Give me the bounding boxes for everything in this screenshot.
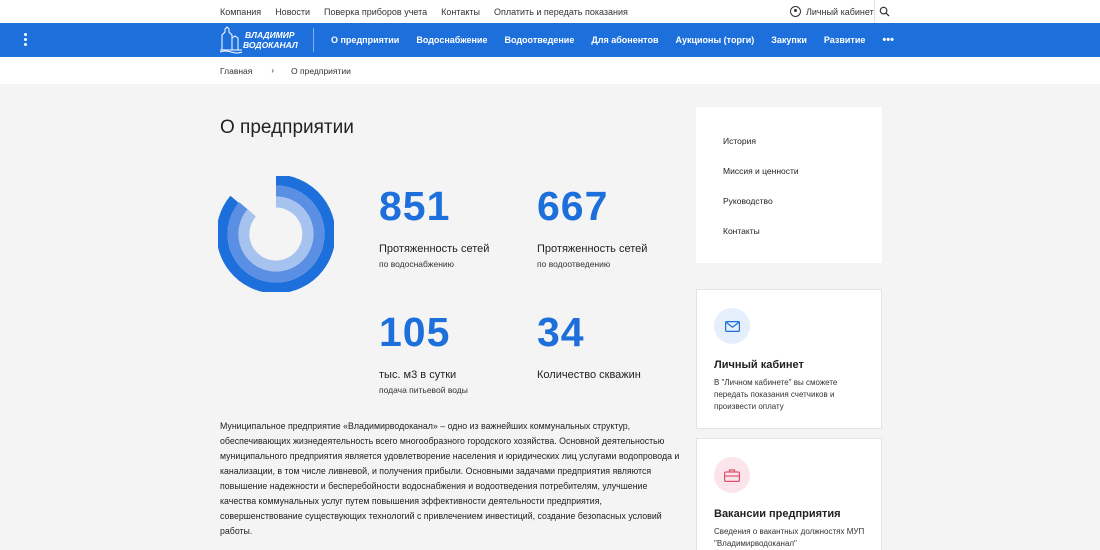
main-nav: ВЛАДИМИР ВОДОКАНАЛ О предприятии Водосна…	[0, 23, 1100, 57]
stat-label: тыс. м3 в сутки	[379, 369, 457, 381]
stat-label: Количество скважин	[537, 369, 641, 381]
breadcrumb-separator: ›	[271, 66, 275, 75]
stat-value: 667	[537, 183, 609, 229]
top-link-news[interactable]: Новости	[275, 7, 310, 17]
nav-more-icon[interactable]: •••	[882, 34, 894, 46]
card-desc: В "Личном кабинете" вы сможете передать …	[714, 378, 838, 411]
stat-value: 105	[379, 309, 451, 355]
card-title: Вакансии предприятия	[714, 508, 841, 520]
topbar-divider	[874, 0, 875, 23]
stat-sewer-networks: 667 Протяженность сетей по водоотведению	[537, 183, 648, 270]
stat-water-networks: 851 Протяженность сетей по водоснабжению	[379, 183, 490, 270]
search-icon[interactable]	[879, 6, 890, 17]
side-item-mission[interactable]: Миссия и ценности	[723, 166, 799, 176]
breadcrumb-current: О предприятии	[291, 65, 351, 76]
account-link[interactable]: Личный кабинет	[790, 0, 874, 23]
nav-item-development[interactable]: Развитие	[824, 35, 865, 45]
stat-sub: по водоотведению	[537, 259, 611, 269]
nav-item-subscribers[interactable]: Для абонентов	[591, 35, 658, 45]
nav-item-purchases[interactable]: Закупки	[771, 35, 807, 45]
stat-value: 851	[379, 183, 451, 229]
side-item-history[interactable]: История	[723, 136, 756, 146]
stat-sub: подача питьевой воды	[379, 385, 468, 395]
nav-item-sewerage[interactable]: Водоотведение	[504, 35, 574, 45]
card-personal-account[interactable]: Личный кабинет В "Личном кабинете" вы см…	[696, 289, 882, 429]
top-link-company[interactable]: Компания	[220, 7, 261, 17]
side-menu: История Миссия и ценности Руководство Ко…	[696, 107, 882, 263]
page-title: О предприятии	[220, 117, 354, 138]
card-vacancies[interactable]: Вакансии предприятия Сведения о вакантны…	[696, 438, 882, 550]
top-utility-bar: Компания Новости Поверка приборов учета …	[0, 0, 1100, 23]
top-link-meter-check[interactable]: Поверка приборов учета	[324, 7, 427, 17]
breadcrumb-home[interactable]: Главная	[220, 66, 252, 76]
vodokanal-logo[interactable]: ВЛАДИМИР ВОДОКАНАЛ	[220, 26, 320, 54]
stat-label: Протяженность сетей	[537, 243, 648, 255]
stat-wells: 34 Количество скважин	[537, 309, 641, 382]
nav-menu: О предприятии Водоснабжение Водоотведени…	[331, 23, 911, 57]
nav-item-water-supply[interactable]: Водоснабжение	[416, 35, 487, 45]
side-item-contacts[interactable]: Контакты	[723, 226, 760, 236]
about-text: Муниципальное предприятие «Владимирводок…	[220, 421, 680, 536]
nav-item-auctions[interactable]: Аукционы (торги)	[675, 35, 754, 45]
top-link-contacts[interactable]: Контакты	[441, 7, 480, 17]
top-link-pay[interactable]: Оплатить и передать показания	[494, 7, 628, 17]
svg-text:ВОДОКАНАЛ: ВОДОКАНАЛ	[243, 40, 298, 50]
stats-ring-graphic	[218, 176, 334, 292]
user-icon	[790, 6, 801, 17]
breadcrumb: Главная › О предприятии	[0, 57, 1100, 84]
nav-item-about[interactable]: О предприятии	[331, 35, 399, 45]
briefcase-icon	[714, 457, 750, 493]
stat-water-supply: 105 тыс. м3 в сутки подача питьевой воды	[379, 309, 468, 396]
more-menu-icon[interactable]	[24, 33, 27, 47]
svg-text:ВЛАДИМИР: ВЛАДИМИР	[245, 30, 295, 40]
nav-divider	[313, 28, 314, 52]
stat-label: Протяженность сетей	[379, 243, 490, 255]
stat-sub: по водоснабжению	[379, 259, 455, 269]
account-label: Личный кабинет	[806, 6, 874, 17]
side-item-management[interactable]: Руководство	[723, 196, 773, 206]
stat-value: 34	[537, 309, 585, 355]
envelope-icon	[714, 308, 750, 344]
card-desc: Сведения о вакантных должностях МУП "Вла…	[714, 527, 865, 548]
card-title: Личный кабинет	[714, 359, 804, 371]
top-links: Компания Новости Поверка приборов учета …	[220, 0, 642, 23]
